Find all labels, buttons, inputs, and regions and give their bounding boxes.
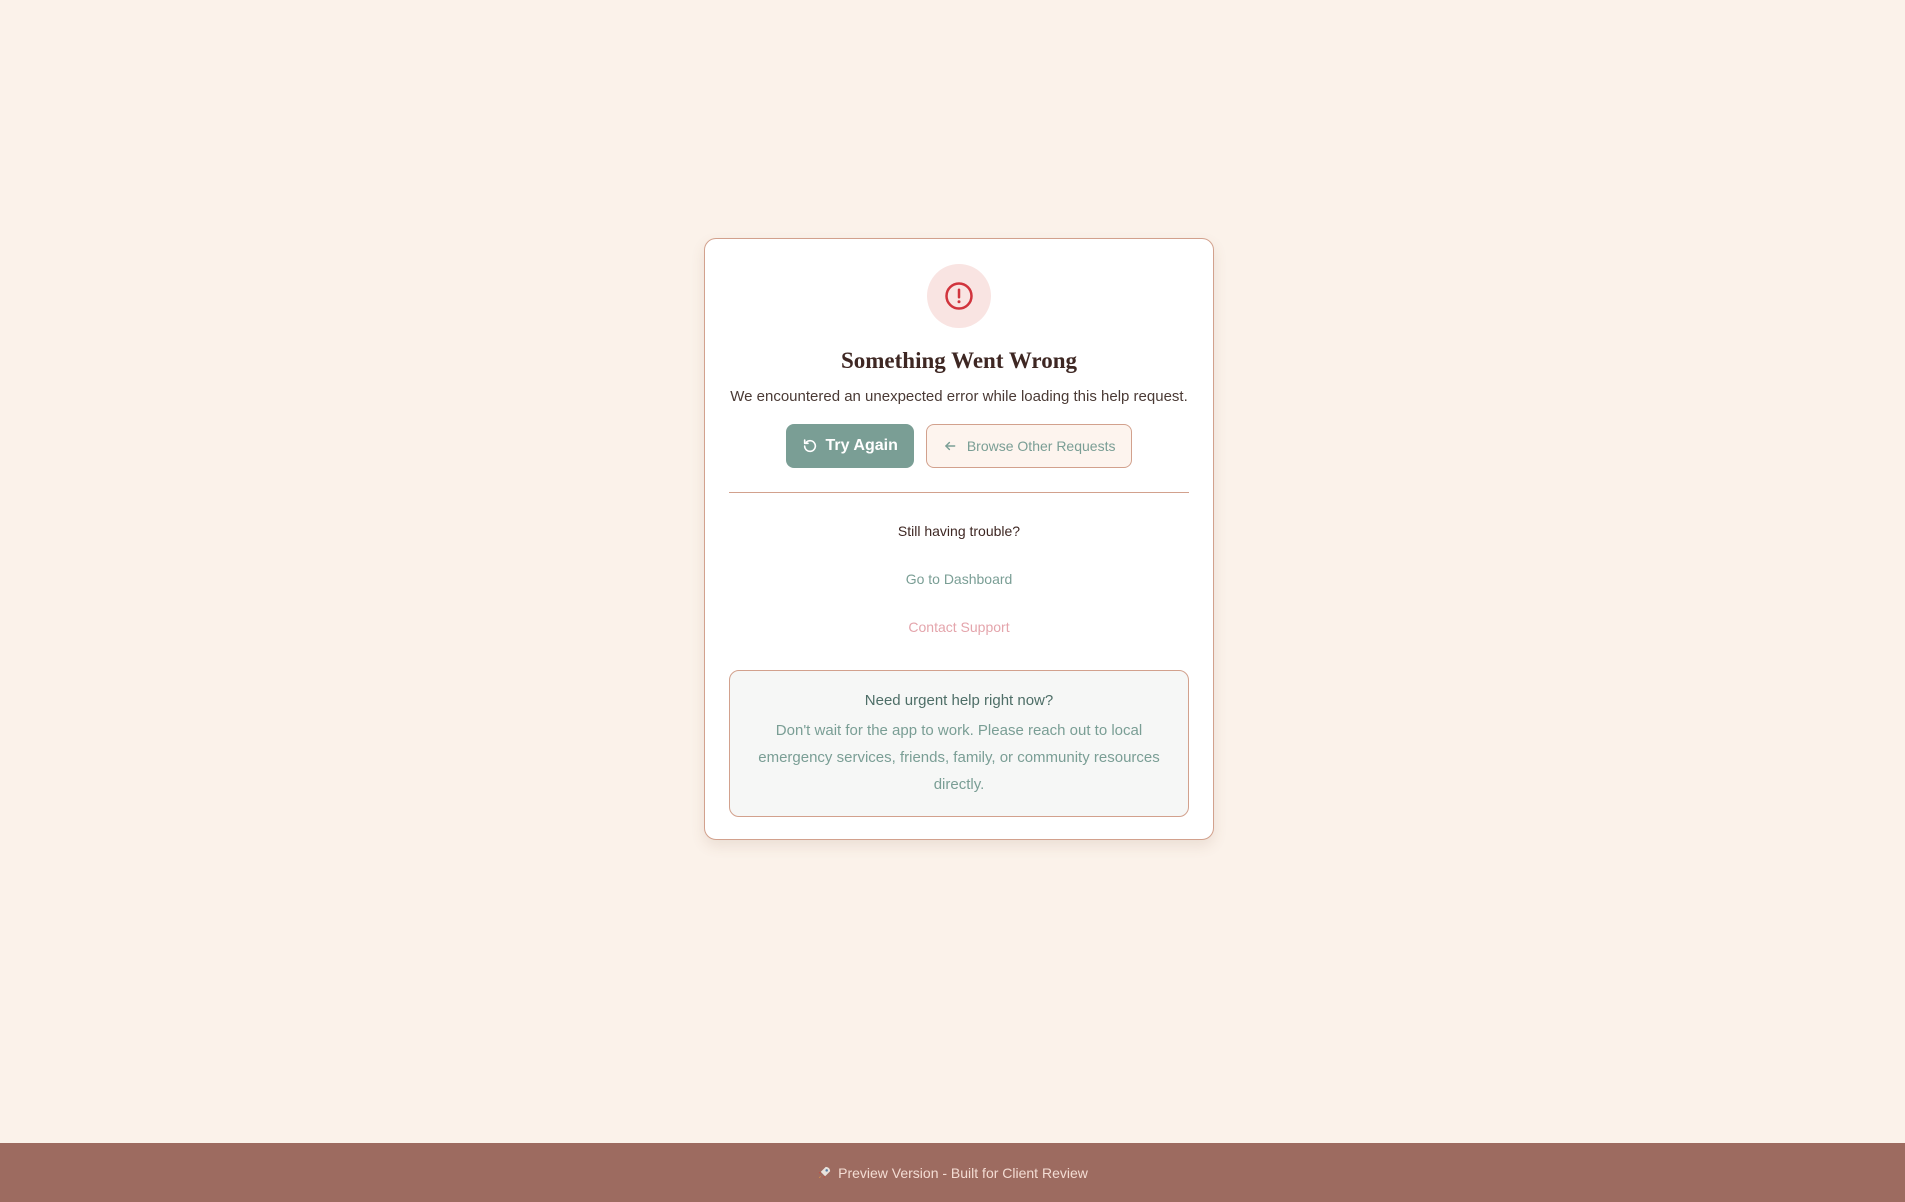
error-title: Something Went Wrong bbox=[840, 348, 1078, 373]
exclamation-circle-icon bbox=[945, 282, 973, 310]
preview-footer-banner: Preview Version - Built for Client Revie… bbox=[0, 1143, 1905, 1202]
contact-support-link[interactable]: Contact Support bbox=[729, 617, 1189, 637]
urgent-help-text: Don't wait for the app to work. Please r… bbox=[758, 722, 1160, 793]
page: Something Went Wrong We encountered an u… bbox=[0, 0, 1905, 1202]
browse-other-requests-button[interactable]: Browse Other Requests bbox=[925, 424, 1133, 468]
divider bbox=[729, 492, 1189, 493]
try-again-label: Try Again bbox=[825, 437, 898, 454]
still-having-trouble-text: Still having trouble? bbox=[897, 523, 1021, 539]
error-message: We encountered an unexpected error while… bbox=[730, 388, 1188, 405]
go-to-dashboard-link[interactable]: Go to Dashboard bbox=[729, 569, 1189, 589]
try-again-button[interactable]: Try Again bbox=[785, 424, 914, 468]
error-icon-badge bbox=[927, 264, 991, 328]
preview-footer-text: Preview Version - Built for Client Revie… bbox=[838, 1164, 1088, 1181]
rocket-icon bbox=[818, 1166, 831, 1179]
urgent-help-title: Need urgent help right now? bbox=[864, 692, 1054, 709]
refresh-icon bbox=[803, 439, 816, 453]
browse-other-requests-label: Browse Other Requests bbox=[966, 438, 1116, 454]
arrow-left-icon bbox=[945, 441, 956, 451]
urgent-help-box: Need urgent help right now? Don't wait f… bbox=[729, 670, 1189, 817]
error-card: Something Went Wrong We encountered an u… bbox=[704, 238, 1214, 840]
error-actions: Try Again Browse Other Requests bbox=[729, 424, 1189, 468]
